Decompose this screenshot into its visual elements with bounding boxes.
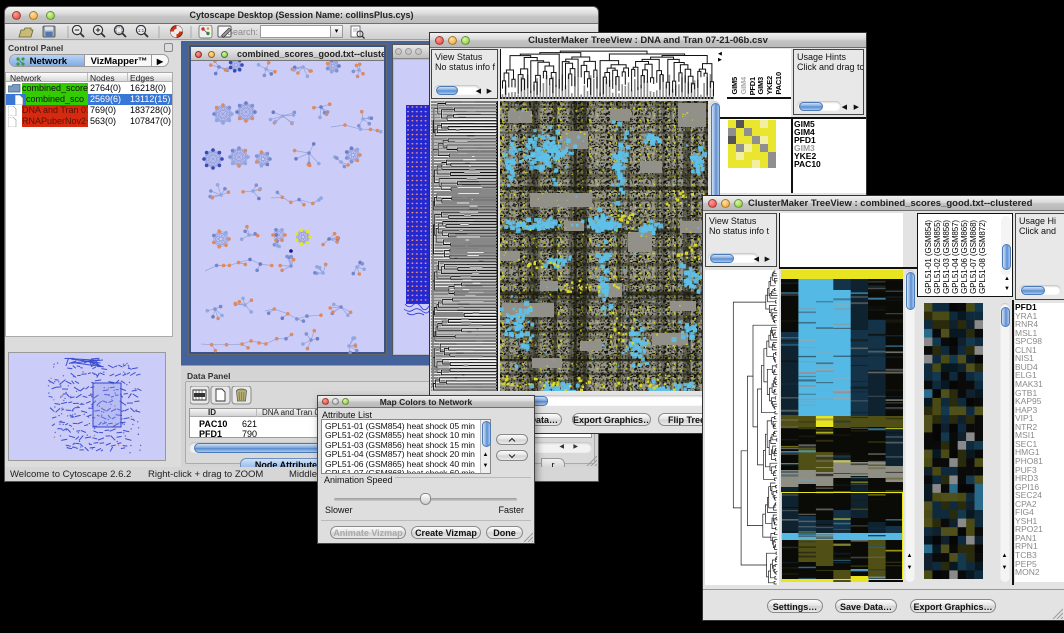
svg-text:1:1: 1:1 bbox=[138, 28, 145, 33]
